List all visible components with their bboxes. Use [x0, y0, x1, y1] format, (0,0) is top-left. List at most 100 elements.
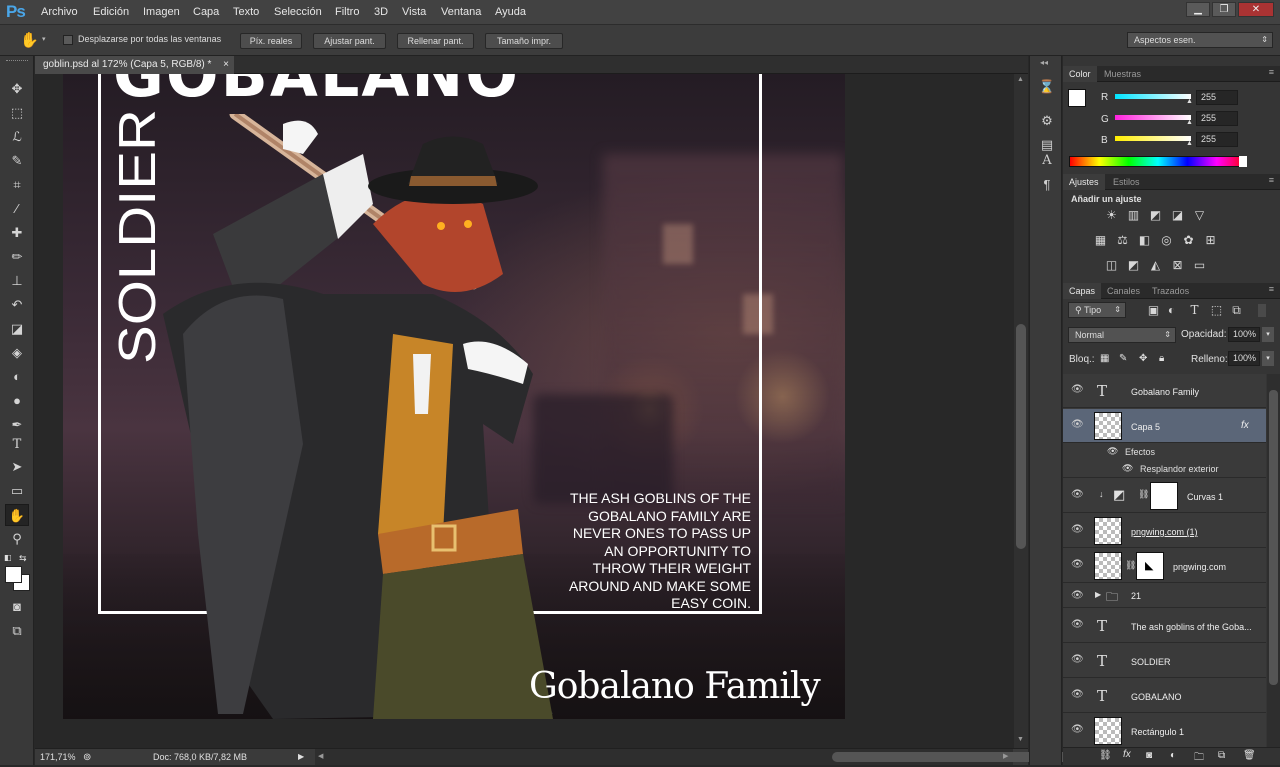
layer-row-selected[interactable]: 👁︎ Capa 5 fx — [1063, 409, 1266, 443]
type-tool-icon[interactable]: T — [5, 434, 29, 456]
red-value[interactable]: 255 — [1196, 90, 1238, 105]
slider-handle-icon[interactable]: ▲ — [1186, 98, 1193, 105]
layer-filter-select[interactable]: ⚲ Tipo ⇕ — [1068, 302, 1126, 318]
green-value[interactable]: 255 — [1196, 111, 1238, 126]
scroll-all-checkbox[interactable] — [63, 35, 73, 45]
channel-mixer-icon[interactable]: ✿ — [1181, 234, 1196, 247]
layers-scrollbar[interactable] — [1267, 374, 1280, 749]
history-panel-icon[interactable]: ⌛ — [1036, 76, 1058, 98]
visibility-eye-icon[interactable]: 👁︎ — [1071, 559, 1084, 570]
link-icon[interactable]: ⛓ — [1138, 489, 1149, 500]
minimize-button[interactable]: ▁ — [1186, 2, 1210, 17]
history-brush-tool-icon[interactable]: ↶ — [5, 294, 29, 316]
menu-vista[interactable]: Vista — [402, 6, 426, 18]
collapse-dock-icon[interactable]: ◂◂ — [1040, 58, 1048, 67]
zoom-tool-icon[interactable]: ⚲ — [5, 528, 29, 550]
quick-mask-icon[interactable]: ◙ — [5, 596, 29, 618]
posterize-icon[interactable]: ◩ — [1126, 259, 1141, 272]
layer-comps-icon[interactable]: ⚙ — [1036, 110, 1058, 132]
green-slider[interactable] — [1115, 115, 1191, 120]
white-swatch[interactable] — [1239, 156, 1247, 167]
actual-pixels-button[interactable]: Píx. reales — [240, 33, 302, 49]
eraser-tool-icon[interactable]: ◪ — [5, 318, 29, 340]
layer-row[interactable]: 👁︎ ⛓ ◣ pngwing.com — [1063, 549, 1266, 583]
vertical-scrollbar[interactable]: ▲ ▼ — [1014, 74, 1028, 748]
vertical-scroll-thumb[interactable] — [1016, 324, 1026, 549]
opacity-value[interactable]: 100% — [1228, 327, 1260, 342]
invert-icon[interactable]: ◫ — [1104, 259, 1119, 272]
tab-capas[interactable]: Capas — [1063, 283, 1102, 299]
filter-shape-icon[interactable]: ⬚ — [1209, 304, 1224, 317]
fill-chevron-icon[interactable]: ▾ — [1262, 351, 1274, 366]
paragraph-panel-icon[interactable]: ¶ — [1036, 174, 1058, 196]
slider-handle-icon[interactable]: ▲ — [1186, 119, 1193, 126]
curves-icon[interactable]: ◩ — [1148, 209, 1163, 222]
visibility-eye-icon[interactable]: 👁︎ — [1071, 489, 1084, 500]
move-tool-icon[interactable]: ✥ — [5, 78, 29, 100]
tab-trazados[interactable]: Trazados — [1146, 283, 1195, 299]
layer-mask-thumbnail[interactable]: ◣ — [1136, 552, 1164, 580]
menu-archivo[interactable]: Archivo — [41, 6, 78, 18]
layer-effects-group[interactable]: 👁︎ Efectos 👁︎ Resplandor exterior — [1063, 444, 1266, 478]
filter-type-icon[interactable]: T — [1187, 304, 1202, 317]
swap-colors-icon[interactable]: ⇆ — [19, 553, 27, 564]
visibility-eye-icon[interactable]: 👁︎ — [1071, 654, 1084, 665]
menu-capa[interactable]: Capa — [193, 6, 219, 18]
link-layers-icon[interactable]: ⛓ — [1099, 750, 1112, 761]
menu-ayuda[interactable]: Ayuda — [495, 6, 526, 18]
slider-handle-icon[interactable]: ▲ — [1186, 140, 1193, 147]
layer-mask-thumbnail[interactable] — [1150, 482, 1178, 510]
share-icon[interactable]: ⊚ — [83, 750, 91, 766]
panel-menu-icon[interactable]: ≡ — [1269, 284, 1274, 294]
filter-smart-object-icon[interactable]: ⧉ — [1229, 304, 1244, 317]
new-adjustment-icon[interactable]: ◐ — [1170, 750, 1176, 761]
trash-icon[interactable]: 🗑︎ — [1243, 750, 1256, 761]
blue-slider[interactable] — [1115, 136, 1191, 141]
visibility-eye-icon[interactable]: 👁︎ — [1071, 689, 1084, 700]
levels-icon[interactable]: ▥ — [1126, 209, 1141, 222]
threshold-icon[interactable]: ◭ — [1148, 259, 1163, 272]
layers-scroll-thumb[interactable] — [1269, 390, 1278, 685]
hand-tool-icon[interactable]: ✋ — [5, 504, 29, 526]
character-panel-icon[interactable]: A — [1036, 150, 1058, 172]
path-selection-tool-icon[interactable]: ➤ — [5, 456, 29, 478]
rectangle-tool-icon[interactable]: ▭ — [5, 480, 29, 502]
lock-pixels-icon[interactable]: ✎ — [1119, 353, 1127, 364]
red-slider[interactable] — [1115, 94, 1191, 99]
photo-filter-icon[interactable]: ◎ — [1159, 234, 1174, 247]
menu-filtro[interactable]: Filtro — [335, 6, 359, 18]
quick-selection-tool-icon[interactable]: ✎ — [5, 150, 29, 172]
tab-ajustes[interactable]: Ajustes — [1063, 174, 1105, 190]
layer-group-row[interactable]: 👁︎ ▶ 🗀︎ 21 — [1063, 584, 1266, 608]
layer-row[interactable]: 👁︎ ↓ ◩ ⛓ Curvas 1 — [1063, 479, 1266, 513]
menu-edicion[interactable]: Edición — [93, 6, 129, 18]
layer-row[interactable]: 👁︎ T The ash goblins of the Goba... — [1063, 609, 1266, 643]
color-spectrum[interactable] — [1069, 156, 1247, 167]
layer-row[interactable]: 👁︎ T GOBALANO — [1063, 679, 1266, 713]
marquee-tool-icon[interactable]: ⬚ — [5, 102, 29, 124]
scroll-down-icon[interactable]: ▼ — [1017, 736, 1024, 743]
menu-3d[interactable]: 3D — [374, 6, 388, 18]
workspace-select[interactable]: Aspectos esen. ⇕ — [1127, 32, 1273, 48]
healing-brush-tool-icon[interactable]: ✚ — [5, 222, 29, 244]
filter-toggle[interactable] — [1258, 304, 1266, 317]
horizontal-scrollbar[interactable]: ◀ ▶ — [315, 749, 1085, 765]
new-group-icon[interactable]: 🗀︎ — [1194, 750, 1204, 767]
opacity-chevron-icon[interactable]: ▾ — [1262, 327, 1274, 342]
tab-estilos[interactable]: Estilos — [1107, 174, 1146, 190]
pen-tool-icon[interactable]: ✒ — [5, 414, 29, 436]
fill-screen-button[interactable]: Rellenar pant. — [397, 33, 474, 49]
link-icon[interactable]: ⛓ — [1125, 560, 1136, 571]
artwork[interactable]: GOBALANO SOLDIER The ash gobli — [63, 74, 845, 719]
fx-badge[interactable]: fx — [1241, 420, 1249, 431]
restore-button[interactable]: ❐ — [1212, 2, 1236, 17]
lasso-tool-icon[interactable]: ℒ — [5, 126, 29, 148]
visibility-eye-icon[interactable]: 👁︎ — [1071, 384, 1084, 395]
panel-grip[interactable] — [6, 60, 28, 62]
zoom-level[interactable]: 171,71% — [40, 749, 76, 765]
visibility-eye-icon[interactable]: 👁︎ — [1071, 590, 1084, 601]
visibility-eye-icon[interactable]: 👁︎ — [1071, 524, 1084, 535]
layer-row[interactable]: 👁︎ Rectángulo 1 — [1063, 714, 1266, 748]
blend-mode-select[interactable]: Normal ⇕ — [1068, 327, 1176, 343]
foreground-color-swatch[interactable] — [5, 566, 22, 583]
